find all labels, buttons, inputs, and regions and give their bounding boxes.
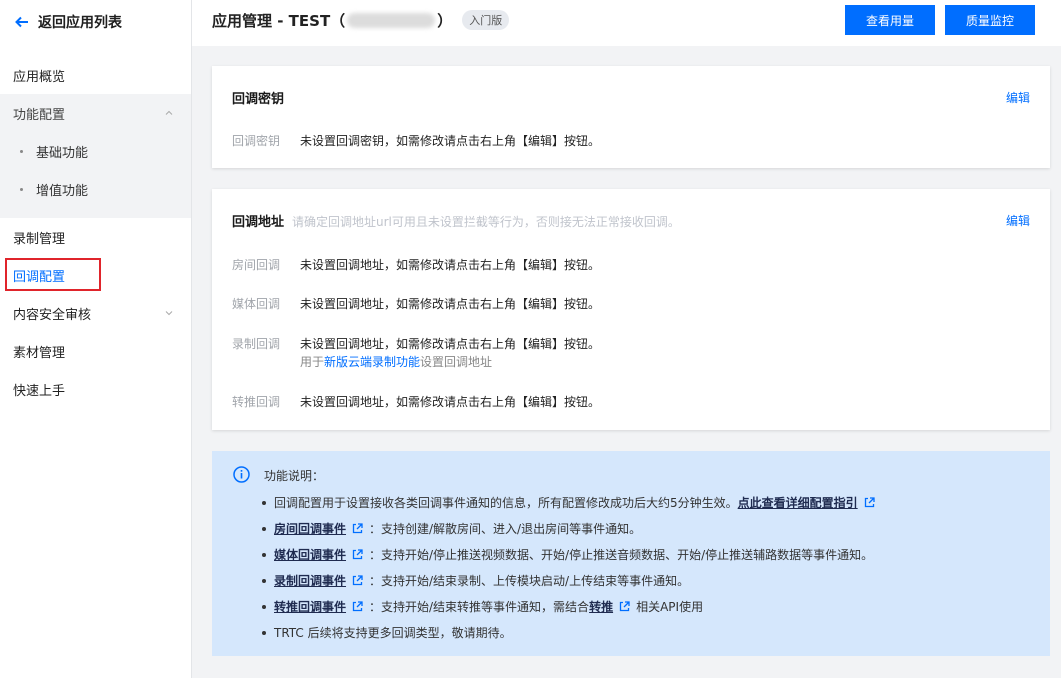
field-label: 房间回调 (232, 258, 281, 272)
sidebar-item-callback-config[interactable]: 回调配置 (0, 256, 191, 294)
external-link-icon[interactable] (352, 523, 363, 534)
sidebar-item-overview[interactable]: 应用概览 (0, 56, 191, 94)
page-title: 应用管理 - TEST（ ） 入门版 (212, 9, 510, 31)
sidebar-group-features: 功能配置 基础功能 增值功能 (0, 94, 191, 218)
sidebar-item-label: 功能配置 (13, 107, 66, 123)
chevron-down-icon (165, 311, 173, 316)
redacted-app-id (347, 12, 436, 28)
field-label: 回调密钥 (232, 134, 281, 148)
external-link-icon[interactable] (864, 497, 875, 508)
sidebar-item-quick-start[interactable]: 快速上手 (0, 370, 191, 408)
info-item: 回调配置用于设置接收各类回调事件通知的信息，所有配置修改成功后大约5分钟生效。 … (262, 494, 881, 511)
field-value: 未设置回调地址，如需修改请点击右上角【编辑】按钮。 (300, 297, 601, 311)
external-link-icon[interactable] (352, 601, 363, 612)
subtext: 用于 (300, 355, 325, 369)
back-label: 返回应用列表 (38, 15, 122, 31)
chevron-up-icon (165, 110, 173, 115)
quality-monitor-button[interactable]: 质量监控 (945, 5, 1035, 35)
info-text: ：支持开始/结束转推等事件通知，需结合 (369, 600, 590, 614)
sidebar-item-recording[interactable]: 录制管理 (0, 218, 191, 256)
page-header: 应用管理 - TEST（ ） 入门版 查看用量 质量监控 (192, 0, 1061, 46)
view-usage-button[interactable]: 查看用量 (845, 5, 935, 35)
arrow-left-icon (15, 16, 28, 28)
config-guide-link[interactable]: 点此查看详细配置指引 (738, 494, 858, 511)
info-item: 转推回调事件 ：支持开始/结束转推等事件通知，需结合 转推 相关API使用 (262, 598, 703, 615)
room-callback-link[interactable]: 房间回调事件 (274, 520, 346, 537)
callback-key-card: 回调密钥 编辑 回调密钥 未设置回调密钥，如需修改请点击右上角【编辑】按钮。 (212, 66, 1050, 168)
field-value: 未设置回调地址，如需修改请点击右上角【编辑】按钮。 (300, 337, 601, 351)
sidebar-item-label: 回调配置 (13, 269, 66, 285)
bullet-dot (262, 630, 266, 635)
edition-badge: 入门版 (462, 10, 510, 30)
field-label: 转推回调 (232, 395, 281, 409)
info-text: ：支持开始/停止推送视频数据、开始/停止推送音频数据、开始/停止推送辅路数据等事… (369, 548, 874, 562)
media-callback-link[interactable]: 媒体回调事件 (274, 546, 346, 563)
info-item: 媒体回调事件 ：支持开始/停止推送视频数据、开始/停止推送音频数据、开始/停止推… (262, 546, 873, 563)
sidebar: 返回应用列表 应用概览 功能配置 基础功能 增值功能 录制管理 回调配置 内容安… (0, 0, 192, 678)
subtext: 设置回调地址 (420, 355, 493, 369)
external-link-icon[interactable] (352, 575, 363, 586)
field-label: 媒体回调 (232, 297, 281, 311)
title-text: 应用管理 - TEST（ (212, 11, 346, 30)
field-label: 录制回调 (232, 337, 281, 351)
info-item: 录制回调事件 ：支持开始/结束录制、上传模块启动/上传结束等事件通知。 (262, 572, 689, 589)
info-item: 房间回调事件 ：支持创建/解散房间、进入/退出房间等事件通知。 (262, 520, 641, 537)
card-title: 回调地址 请确定回调地址url可用且未设置拦截等行为，否则接无法正常接收回调。 (232, 211, 680, 230)
sidebar-item-label: 快速上手 (13, 383, 66, 399)
bullet-dot (20, 187, 23, 191)
info-text: 相关API使用 (636, 600, 704, 614)
info-text: ：支持开始/结束录制、上传模块启动/上传结束等事件通知。 (369, 574, 690, 588)
bullet-dot (262, 552, 266, 557)
sidebar-item-value-added-features[interactable]: 增值功能 (0, 170, 191, 208)
card-hint: 请确定回调地址url可用且未设置拦截等行为，否则接无法正常接收回调。 (292, 215, 680, 229)
callback-address-card: 回调地址 请确定回调地址url可用且未设置拦截等行为，否则接无法正常接收回调。 编… (212, 189, 1050, 430)
edit-address-link[interactable]: 编辑 (1006, 212, 1030, 229)
info-icon (233, 466, 250, 483)
info-text: TRTC 后续将支持更多回调类型，敬请期待。 (274, 626, 512, 640)
bullet-dot (262, 578, 266, 583)
info-heading: 功能说明： (264, 469, 325, 483)
info-text: 回调配置用于设置接收各类回调事件通知的信息，所有配置修改成功后大约5分钟生效。 (274, 496, 738, 510)
sidebar-item-label: 基础功能 (36, 145, 89, 161)
field-value: 未设置回调地址，如需修改请点击右上角【编辑】按钮。 (300, 258, 601, 272)
sidebar-item-assets[interactable]: 素材管理 (0, 332, 191, 370)
bullet-dot (262, 500, 266, 505)
sidebar-item-label: 应用概览 (13, 69, 66, 85)
relay-callback-link[interactable]: 转推回调事件 (274, 598, 346, 615)
card-title: 回调密钥 (232, 92, 285, 107)
bullet-dot (262, 604, 266, 609)
sidebar-item-label: 增值功能 (36, 183, 89, 199)
sidebar-item-basic-features[interactable]: 基础功能 (0, 132, 191, 170)
sidebar-item-content-moderation[interactable]: 内容安全审核 (0, 294, 191, 332)
feature-description-box: 功能说明： 回调配置用于设置接收各类回调事件通知的信息，所有配置修改成功后大约5… (212, 451, 1050, 656)
external-link-icon[interactable] (619, 601, 630, 612)
cloud-recording-link[interactable]: 新版云端录制功能 (324, 355, 420, 369)
sidebar-item-label: 录制管理 (13, 231, 66, 247)
field-subtext: 用于新版云端录制功能设置回调地址 (300, 353, 492, 370)
field-value: 未设置回调密钥，如需修改请点击右上角【编辑】按钮。 (300, 134, 601, 148)
sidebar-item-feature-config[interactable]: 功能配置 (0, 94, 191, 132)
sidebar-item-label: 素材管理 (13, 345, 66, 361)
relay-api-link[interactable]: 转推 (589, 598, 613, 615)
card-title-text: 回调地址 (232, 215, 285, 230)
bullet-dot (20, 149, 23, 153)
recording-callback-link[interactable]: 录制回调事件 (274, 572, 346, 589)
info-text: ：支持创建/解散房间、进入/退出房间等事件通知。 (369, 522, 642, 536)
external-link-icon[interactable] (352, 549, 363, 560)
title-close-paren: ） (437, 11, 453, 30)
info-item: TRTC 后续将支持更多回调类型，敬请期待。 (262, 624, 512, 641)
field-value: 未设置回调地址，如需修改请点击右上角【编辑】按钮。 (300, 395, 601, 409)
bullet-dot (262, 526, 266, 531)
back-to-app-list-link[interactable]: 返回应用列表 (14, 12, 122, 32)
edit-key-link[interactable]: 编辑 (1006, 89, 1030, 106)
sidebar-item-label: 内容安全审核 (13, 307, 92, 323)
